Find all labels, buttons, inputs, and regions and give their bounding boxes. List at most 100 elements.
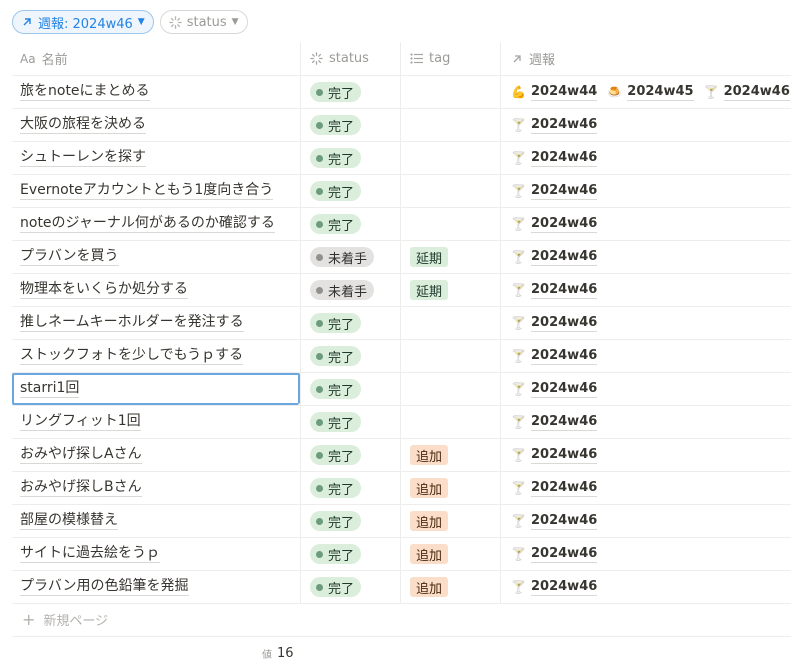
tag-cell[interactable] xyxy=(400,340,500,372)
week-relation-link[interactable]: 🍸 2024w46 xyxy=(511,183,598,200)
table-row[interactable]: 旅をnoteにまとめる 完了 💪 2024w44 🍮 2024w45 🍸 202… xyxy=(12,76,791,109)
table-row[interactable]: 大阪の旅程を決める 完了 🍸 2024w46 xyxy=(12,109,791,142)
tag-cell[interactable] xyxy=(400,109,500,141)
row-title[interactable]: 物理本をいくらか処分する xyxy=(20,281,188,299)
table-row[interactable]: プラバンを買う 未着手 延期 🍸 2024w46 xyxy=(12,241,791,274)
row-title[interactable]: おみやげ探しAさん xyxy=(20,446,142,464)
name-cell[interactable]: おみやげ探しAさん xyxy=(12,439,300,471)
table-row[interactable]: 推しネームキーホルダーを発注する 完了 🍸 2024w46 xyxy=(12,307,791,340)
row-title[interactable]: プラバン用の色鉛筆を発掘 xyxy=(20,578,189,596)
row-title[interactable]: シュトーレンを探す xyxy=(20,149,146,167)
week-cell[interactable]: 🍸 2024w46 xyxy=(500,571,791,603)
week-relation-link[interactable]: 🍸 2024w46 xyxy=(704,84,790,101)
status-cell[interactable]: 完了 xyxy=(300,307,400,339)
tag-pill[interactable]: 追加 xyxy=(410,544,449,564)
week-cell[interactable]: 🍸 2024w46 xyxy=(500,208,791,240)
row-title[interactable]: おみやげ探しBさん xyxy=(20,479,142,497)
status-cell[interactable]: 完了 xyxy=(300,142,400,174)
name-cell[interactable]: noteのジャーナル何があるのか確認する xyxy=(12,208,300,240)
week-relation-link[interactable]: 🍸 2024w46 xyxy=(511,216,598,233)
status-cell[interactable]: 未着手 xyxy=(300,241,400,273)
table-row[interactable]: サイトに過去絵をうｐ 完了 追加 🍸 2024w46 xyxy=(12,538,791,571)
week-relation-link[interactable]: 🍸 2024w46 xyxy=(511,315,598,332)
week-cell[interactable]: 🍸 2024w46 xyxy=(500,142,791,174)
row-title[interactable]: noteのジャーナル何があるのか確認する xyxy=(20,215,275,233)
name-cell[interactable]: 大阪の旅程を決める xyxy=(12,109,300,141)
status-cell[interactable]: 完了 xyxy=(300,406,400,438)
row-title[interactable]: ストックフォトを少しでもうｐする xyxy=(20,347,244,365)
week-relation-link[interactable]: 🍸 2024w46 xyxy=(511,579,598,596)
view-filter-chip[interactable]: 週報: 2024w46 ▼ xyxy=(12,10,154,34)
new-page-button[interactable]: + 新規ページ xyxy=(12,603,791,637)
week-cell[interactable]: 🍸 2024w46 xyxy=(500,439,791,471)
tag-cell[interactable]: 追加 xyxy=(400,538,500,570)
status-cell[interactable]: 完了 xyxy=(300,373,400,405)
week-cell[interactable]: 🍸 2024w46 xyxy=(500,406,791,438)
name-cell[interactable]: プラバンを買う xyxy=(12,241,300,273)
column-header-week[interactable]: 週報 xyxy=(500,42,791,75)
row-title[interactable]: リングフィット1回 xyxy=(20,413,141,431)
row-title[interactable]: プラバンを買う xyxy=(20,248,119,266)
status-cell[interactable]: 完了 xyxy=(300,340,400,372)
tag-cell[interactable] xyxy=(400,142,500,174)
name-cell[interactable]: 旅をnoteにまとめる xyxy=(12,76,300,108)
status-cell[interactable]: 完了 xyxy=(300,571,400,603)
week-relation-link[interactable]: 🍸 2024w46 xyxy=(511,249,598,266)
table-row[interactable]: starri1回 完了 🍸 2024w46 xyxy=(12,373,791,406)
table-row[interactable]: シュトーレンを探す 完了 🍸 2024w46 xyxy=(12,142,791,175)
tag-cell[interactable]: 追加 xyxy=(400,571,500,603)
table-row[interactable]: 物理本をいくらか処分する 未着手 延期 🍸 2024w46 xyxy=(12,274,791,307)
name-cell[interactable]: おみやげ探しBさん xyxy=(12,472,300,504)
week-cell[interactable]: 🍸 2024w46 xyxy=(500,274,791,306)
status-cell[interactable]: 完了 xyxy=(300,76,400,108)
week-relation-link[interactable]: 🍸 2024w46 xyxy=(511,150,598,167)
status-cell[interactable]: 完了 xyxy=(300,505,400,537)
name-cell[interactable]: プラバン用の色鉛筆を発掘 xyxy=(12,571,300,603)
week-relation-link[interactable]: 🍮 2024w45 xyxy=(607,84,694,101)
status-cell[interactable]: 完了 xyxy=(300,208,400,240)
tag-cell[interactable] xyxy=(400,307,500,339)
week-cell[interactable]: 💪 2024w44 🍮 2024w45 🍸 2024w46 xyxy=(500,76,791,108)
week-relation-link[interactable]: 🍸 2024w46 xyxy=(511,546,598,563)
table-row[interactable]: noteのジャーナル何があるのか確認する 完了 🍸 2024w46 xyxy=(12,208,791,241)
name-cell[interactable]: starri1回 xyxy=(12,373,300,405)
row-title[interactable]: サイトに過去絵をうｐ xyxy=(20,545,160,563)
week-cell[interactable]: 🍸 2024w46 xyxy=(500,109,791,141)
week-relation-link[interactable]: 🍸 2024w46 xyxy=(511,282,598,299)
week-cell[interactable]: 🍸 2024w46 xyxy=(500,307,791,339)
tag-cell[interactable]: 追加 xyxy=(400,505,500,537)
column-header-status[interactable]: status xyxy=(300,42,400,75)
tag-pill[interactable]: 追加 xyxy=(410,478,449,498)
row-title[interactable]: 部屋の模様替え xyxy=(20,512,118,530)
table-row[interactable]: 部屋の模様替え 完了 追加 🍸 2024w46 xyxy=(12,505,791,538)
week-relation-link[interactable]: 💪 2024w44 xyxy=(511,84,598,101)
table-row[interactable]: リングフィット1回 完了 🍸 2024w46 xyxy=(12,406,791,439)
row-title[interactable]: Evernoteアカウントともう1度向き合う xyxy=(20,182,274,200)
week-relation-link[interactable]: 🍸 2024w46 xyxy=(511,414,598,431)
column-header-tag[interactable]: tag xyxy=(400,42,500,75)
week-relation-link[interactable]: 🍸 2024w46 xyxy=(511,381,598,398)
name-cell[interactable]: ストックフォトを少しでもうｐする xyxy=(12,340,300,372)
status-cell[interactable]: 未着手 xyxy=(300,274,400,306)
tag-pill[interactable]: 追加 xyxy=(410,511,449,531)
table-row[interactable]: プラバン用の色鉛筆を発掘 完了 追加 🍸 2024w46 xyxy=(12,571,791,604)
status-cell[interactable]: 完了 xyxy=(300,109,400,141)
name-cell[interactable]: サイトに過去絵をうｐ xyxy=(12,538,300,570)
week-relation-link[interactable]: 🍸 2024w46 xyxy=(511,348,598,365)
row-title[interactable]: 大阪の旅程を決める xyxy=(20,116,146,134)
table-row[interactable]: Evernoteアカウントともう1度向き合う 完了 🍸 2024w46 xyxy=(12,175,791,208)
week-relation-link[interactable]: 🍸 2024w46 xyxy=(511,117,598,134)
tag-pill[interactable]: 延期 xyxy=(410,280,449,300)
week-cell[interactable]: 🍸 2024w46 xyxy=(500,538,791,570)
status-cell[interactable]: 完了 xyxy=(300,175,400,207)
name-cell[interactable]: リングフィット1回 xyxy=(12,406,300,438)
tag-cell[interactable]: 延期 xyxy=(400,241,500,273)
tag-cell[interactable] xyxy=(400,175,500,207)
tag-cell[interactable] xyxy=(400,208,500,240)
status-filter-chip[interactable]: status ▼ xyxy=(159,10,248,34)
table-row[interactable]: おみやげ探しAさん 完了 追加 🍸 2024w46 xyxy=(12,439,791,472)
name-cell[interactable]: 推しネームキーホルダーを発注する xyxy=(12,307,300,339)
table-row[interactable]: おみやげ探しBさん 完了 追加 🍸 2024w46 xyxy=(12,472,791,505)
week-cell[interactable]: 🍸 2024w46 xyxy=(500,175,791,207)
tag-cell[interactable]: 追加 xyxy=(400,439,500,471)
